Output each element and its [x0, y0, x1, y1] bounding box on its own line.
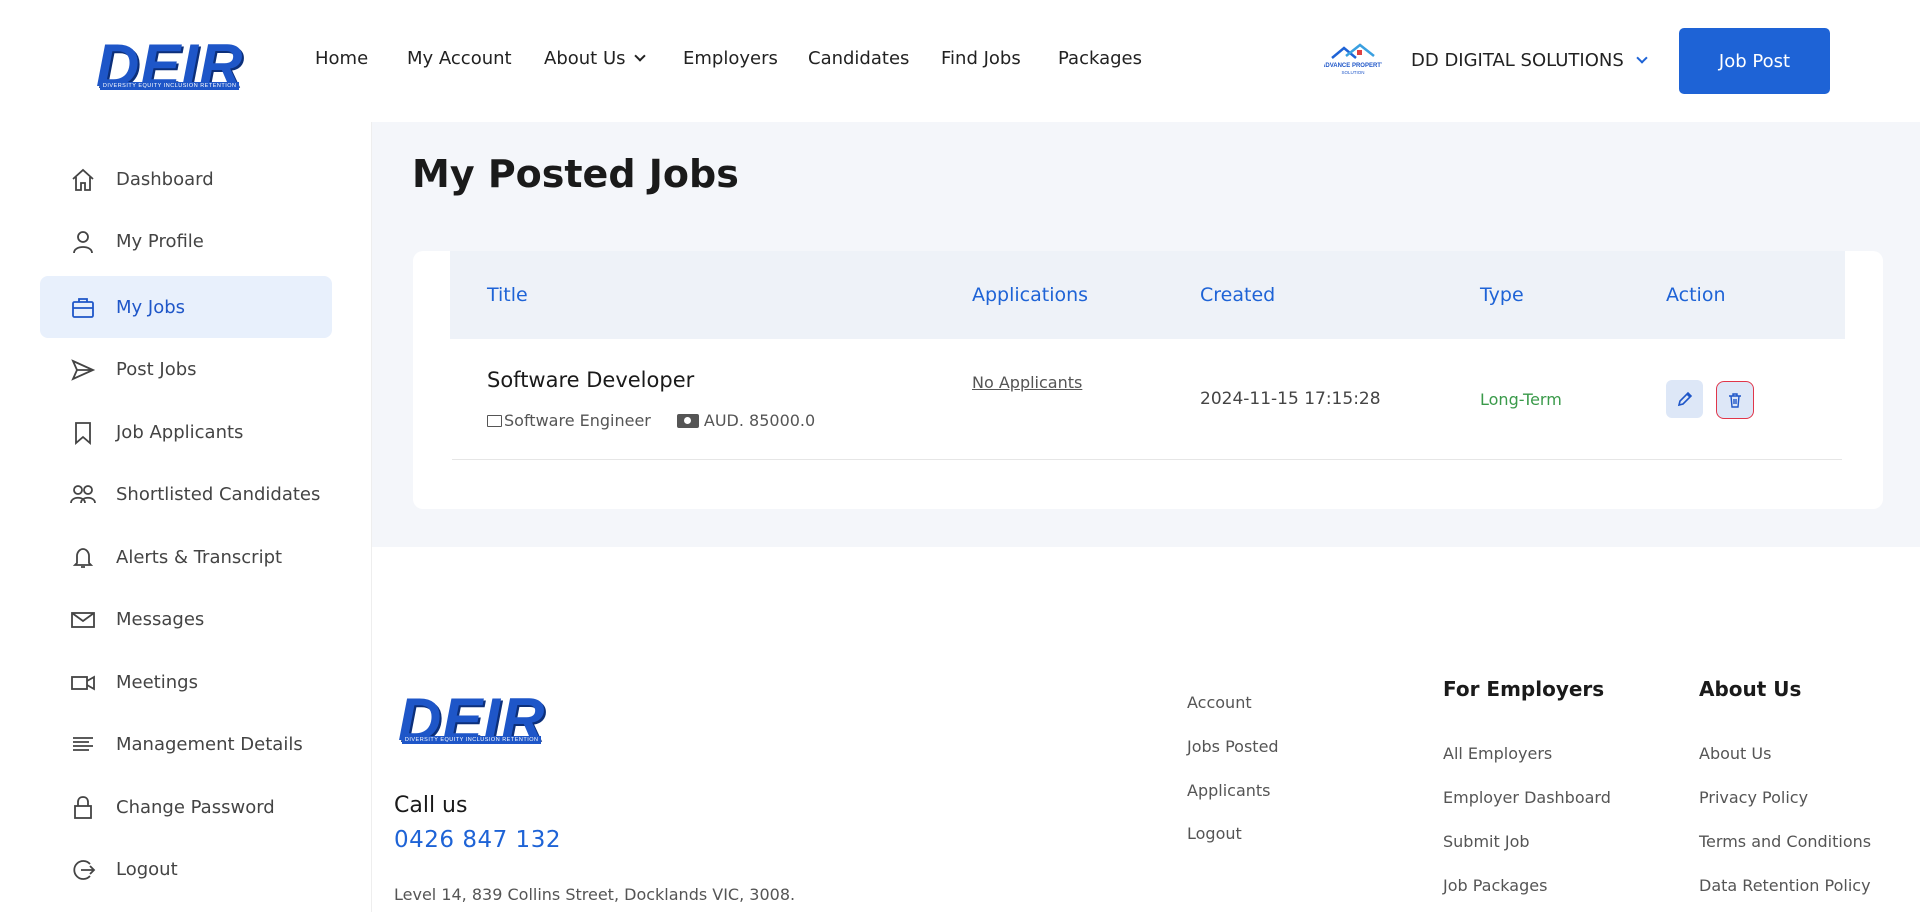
nav-packages[interactable]: Packages — [1058, 48, 1142, 69]
column-header-created: Created — [1200, 284, 1276, 306]
nav-employers[interactable]: Employers — [683, 48, 778, 69]
nav-my-account[interactable]: My Account — [407, 48, 512, 69]
page-title: My Posted Jobs — [412, 152, 739, 196]
footer-link-all-employers[interactable]: All Employers — [1443, 744, 1552, 763]
sidebar-item-label: My Profile — [116, 230, 204, 252]
logo-tagline: DIVERSITY EQUITY INCLUSION RETENTION — [401, 736, 542, 744]
trash-icon — [1729, 393, 1741, 408]
footer-link-about-us[interactable]: About Us — [1699, 744, 1771, 763]
job-category: Software Engineer — [504, 411, 651, 430]
table-header — [450, 251, 1845, 339]
nav-find-jobs[interactable]: Find Jobs — [941, 48, 1021, 69]
money-icon — [676, 413, 699, 428]
logout-icon — [73, 860, 96, 880]
column-header-type: Type — [1480, 284, 1524, 306]
sidebar-item-post-jobs[interactable]: Post Jobs — [40, 338, 332, 400]
sidebar-item-my-profile[interactable]: My Profile — [40, 210, 332, 272]
footer-link-privacy-policy[interactable]: Privacy Policy — [1699, 788, 1808, 807]
job-meta: Software Engineer AUD. 85000.0 — [487, 411, 815, 430]
company-name: DD DIGITAL SOLUTIONS — [1411, 50, 1624, 71]
column-header-action: Action — [1666, 284, 1726, 306]
footer-link-applicants[interactable]: Applicants — [1187, 781, 1271, 800]
footer-logo[interactable]: DEIR DIVERSITY EQUITY INCLUSION RETENTIO… — [398, 690, 545, 750]
phone-link[interactable]: 0426 847 132 — [394, 827, 561, 853]
nav-about-us-label: About Us — [544, 48, 626, 69]
sidebar-item-label: Dashboard — [116, 168, 214, 190]
call-us-label: Call us — [394, 793, 468, 818]
delete-button[interactable] — [1716, 381, 1754, 419]
site-footer — [372, 547, 1920, 912]
sidebar-item-job-applicants[interactable]: Job Applicants — [40, 401, 332, 463]
chevron-down-icon — [1636, 52, 1648, 64]
logo-tagline: DIVERSITY EQUITY INCLUSION RETENTION — [99, 82, 240, 90]
footer-link-employer-dashboard[interactable]: Employer Dashboard — [1443, 788, 1611, 807]
sidebar-item-label: Management Details — [116, 733, 303, 755]
footer-link-data-retention[interactable]: Data Retention Policy — [1699, 876, 1871, 895]
send-icon — [71, 359, 96, 381]
sidebar-item-shortlisted-candidates[interactable]: Shortlisted Candidates — [40, 463, 332, 525]
footer-link-account[interactable]: Account — [1187, 693, 1252, 712]
column-header-applications: Applications — [972, 284, 1089, 306]
company-menu[interactable]: DD DIGITAL SOLUTIONS — [1411, 50, 1648, 71]
sidebar-item-label: Post Jobs — [116, 358, 197, 380]
bookmark-icon — [75, 422, 91, 445]
pencil-icon — [1677, 391, 1692, 407]
sidebar-item-label: Shortlisted Candidates — [116, 483, 321, 505]
sidebar-item-label: Meetings — [116, 671, 198, 693]
sidebar-item-label: Alerts & Transcript — [116, 546, 283, 568]
sidebar-item-messages[interactable]: Messages — [40, 588, 332, 650]
row-divider — [452, 459, 1842, 460]
mail-icon — [71, 612, 95, 628]
created-date: 2024-11-15 17:15:28 — [1200, 389, 1381, 409]
user-icon — [73, 231, 93, 254]
edit-button[interactable] — [1666, 380, 1703, 418]
lock-icon — [74, 796, 92, 819]
sidebar-item-meetings[interactable]: Meetings — [40, 651, 332, 713]
chevron-down-icon — [633, 50, 646, 62]
sidebar-item-alerts-transcript[interactable]: Alerts & Transcript — [40, 526, 332, 588]
site-header: DEIR DIVERSITY EQUITY INCLUSION RETENTIO… — [0, 0, 1920, 122]
footer-address: Level 14, 839 Collins Street, Docklands … — [394, 885, 796, 904]
list-icon — [73, 737, 93, 751]
bell-icon — [72, 548, 94, 568]
users-icon — [70, 485, 96, 504]
brand-logo[interactable]: DEIR DIVERSITY EQUITY INCLUSION RETENTIO… — [96, 36, 243, 96]
footer-heading-employers: For Employers — [1443, 677, 1605, 701]
footer-heading-about: About Us — [1699, 677, 1802, 701]
job-title[interactable]: Software Developer — [487, 368, 694, 392]
nav-candidates[interactable]: Candidates — [808, 48, 909, 69]
sidebar-item-label: Messages — [116, 608, 205, 630]
job-post-button[interactable]: Job Post — [1679, 28, 1830, 94]
sidebar-item-change-password[interactable]: Change Password — [40, 776, 332, 838]
footer-link-submit-job[interactable]: Submit Job — [1443, 832, 1530, 851]
column-header-title: Title — [487, 284, 528, 306]
sidebar-item-label: Logout — [116, 858, 178, 880]
sidebar-item-my-jobs[interactable]: My Jobs — [40, 276, 332, 338]
svg-text:ADVANCE PROPERTY: ADVANCE PROPERTY — [1324, 63, 1382, 69]
job-salary: AUD. 85000.0 — [703, 411, 816, 430]
sidebar-item-management-details[interactable]: Management Details — [40, 713, 332, 775]
footer-link-jobs-posted[interactable]: Jobs Posted — [1187, 737, 1279, 756]
nav-home[interactable]: Home — [315, 48, 368, 69]
sidebar: Dashboard My Profile My Jobs Post Jobs J… — [0, 122, 372, 912]
job-type: Long-Term — [1480, 390, 1562, 409]
footer-link-logout[interactable]: Logout — [1187, 824, 1242, 843]
video-icon — [71, 675, 95, 691]
sidebar-item-label: Job Applicants — [116, 421, 244, 443]
applications-link[interactable]: No Applicants — [972, 373, 1082, 392]
briefcase-icon — [72, 298, 94, 318]
company-logo[interactable]: ADVANCE PROPERTY SOLUTION — [1321, 40, 1385, 80]
svg-text:SOLUTION: SOLUTION — [1341, 70, 1364, 75]
footer-link-terms[interactable]: Terms and Conditions — [1699, 832, 1871, 851]
footer-link-job-packages[interactable]: Job Packages — [1443, 876, 1547, 895]
sidebar-item-label: Change Password — [116, 796, 275, 818]
company-logo-icon: ADVANCE PROPERTY SOLUTION — [1321, 43, 1385, 75]
sidebar-item-dashboard[interactable]: Dashboard — [40, 148, 332, 210]
sidebar-item-label: My Jobs — [116, 296, 186, 318]
sidebar-item-logout[interactable]: Logout — [40, 838, 332, 900]
home-icon — [72, 168, 94, 191]
folder-icon — [487, 414, 502, 427]
nav-about-us[interactable]: About Us — [544, 48, 646, 69]
